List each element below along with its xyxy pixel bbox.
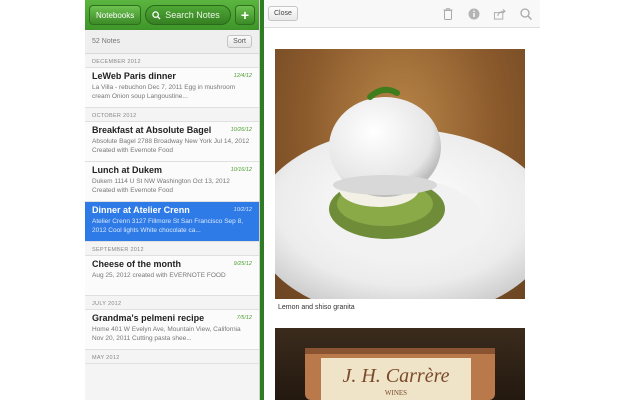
note-title: Grandma's pelmeni recipe	[92, 313, 205, 323]
trash-icon[interactable]	[442, 7, 454, 20]
note-snippet: Home 401 W Evelyn Ave, Mountain View, Ca…	[92, 326, 241, 342]
section-header: DECEMBER 2012	[85, 54, 259, 68]
note-snippet: Aug 25, 2012 created with EVERNOTE FOOD	[92, 272, 226, 279]
note-detail-panel: Close Lemon and shiso granita J. H. Carr…	[264, 0, 540, 400]
list-toolbar: Notebooks Search Notes +	[85, 0, 259, 30]
photo-caption: Lemon and shiso granita	[278, 304, 355, 311]
dessert-plate-image	[275, 86, 525, 299]
food-photo	[275, 49, 525, 299]
wine-label-subtext: WINES	[385, 389, 407, 397]
section-header: MAY 2012	[85, 350, 259, 364]
note-snippet: Dukem 1114 U St NW Washington Oct 13, 20…	[92, 178, 230, 194]
search-icon[interactable]	[520, 7, 532, 20]
section-header: OCTOBER 2012	[85, 108, 259, 122]
share-icon[interactable]	[494, 8, 506, 20]
section-header: SEPTEMBER 2012	[85, 242, 259, 256]
note-item[interactable]: Grandma's pelmeni recipe 7/5/12 Home 401…	[85, 310, 259, 350]
note-title: Breakfast at Absolute Bagel	[92, 125, 212, 135]
note-date: 12/4/12	[233, 73, 252, 79]
detail-toolbar: Close	[264, 0, 540, 28]
note-item[interactable]: LeWeb Paris dinner 12/4/12 La Villa - re…	[85, 68, 259, 108]
note-date: 7/5/12	[236, 315, 252, 321]
sort-button[interactable]: Sort	[227, 35, 252, 48]
note-date: 10/16/12	[230, 167, 252, 173]
note-date: 9/25/12	[233, 261, 252, 267]
note-item[interactable]: Breakfast at Absolute Bagel 10/26/12 Abs…	[85, 122, 259, 162]
search-icon	[152, 10, 161, 20]
section-header: JULY 2012	[85, 296, 259, 310]
info-icon[interactable]	[468, 8, 480, 20]
wine-bottle-image: J. H. Carrère WINES	[305, 348, 495, 400]
note-count: 52 Notes	[92, 38, 121, 45]
note-title: Lunch at Dukem	[92, 165, 163, 175]
note-title: Dinner at Atelier Crenn	[92, 205, 190, 215]
app-frame: Notebooks Search Notes + 52 Notes Sort D…	[85, 0, 540, 400]
search-notes-field[interactable]: Search Notes	[145, 5, 231, 25]
note-snippet: Absolute Bagel 2788 Broadway New York Ju…	[92, 138, 250, 154]
note-item[interactable]: Cheese of the month 9/25/12 Aug 25, 2012…	[85, 256, 259, 296]
note-title: Cheese of the month	[92, 259, 182, 269]
note-snippet: La Villa - rebuchon Dec 7, 2011 Egg in m…	[92, 84, 236, 100]
notebooks-button[interactable]: Notebooks	[89, 5, 142, 25]
wine-photo: J. H. Carrère WINES	[275, 328, 525, 400]
note-snippet: Atelier Crenn 3127 Fillmore St San Franc…	[92, 218, 244, 234]
search-notes-label: Search Notes	[165, 10, 220, 20]
note-date: 10/2/12	[233, 207, 252, 213]
note-date: 10/26/12	[230, 127, 252, 133]
close-button[interactable]: Close	[268, 6, 298, 21]
add-note-button[interactable]: +	[235, 5, 255, 25]
notes-list-panel: Notebooks Search Notes + 52 Notes Sort D…	[85, 0, 260, 400]
note-item-selected[interactable]: Dinner at Atelier Crenn 10/2/12 Atelier …	[85, 202, 259, 242]
note-item[interactable]: Lunch at Dukem 10/16/12 Dukem 1114 U St …	[85, 162, 259, 202]
list-header: 52 Notes Sort	[85, 30, 259, 54]
note-title: LeWeb Paris dinner	[92, 71, 176, 81]
wine-label-text: J. H. Carrère	[342, 365, 449, 387]
